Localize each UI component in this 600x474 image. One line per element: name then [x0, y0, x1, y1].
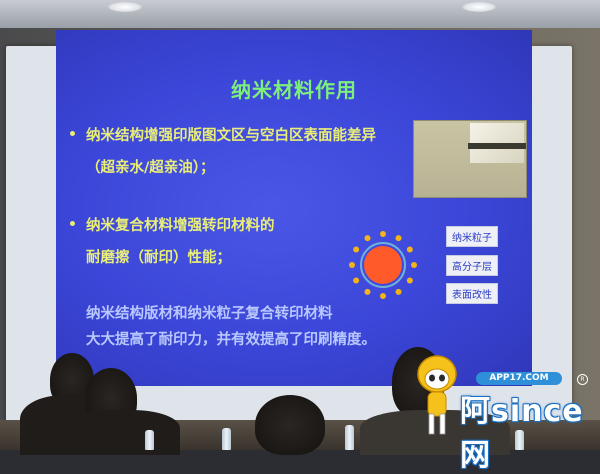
slide-title: 纳米材料作用 — [231, 78, 357, 102]
bullet-dot — [70, 221, 75, 226]
audience-shoulder — [60, 410, 180, 455]
particle-dot — [406, 246, 413, 253]
particle-dot — [349, 262, 355, 268]
bullet-2-line-2: 耐磨擦（耐印）性能； — [86, 250, 231, 266]
label-nanoparticle: 纳米粒子 — [446, 226, 498, 247]
label-surface-modification: 表面改性 — [446, 283, 498, 304]
particle-dot — [380, 293, 386, 299]
particle-dot — [353, 246, 360, 253]
conclusion-line-1: 纳米结构版材和纳米粒子复合转印材料 — [86, 306, 333, 322]
bullet-dot — [70, 131, 75, 136]
ceiling — [0, 0, 600, 28]
water-bottle — [145, 430, 154, 450]
conclusion-line-2: 大大提高了耐印力，并有效提高了印刷精度。 — [86, 332, 376, 348]
particle-dot — [411, 262, 417, 268]
photo-bar — [468, 143, 526, 149]
nanoparticle-diagram — [349, 231, 417, 299]
particle-dot — [406, 277, 413, 284]
ceiling-light — [108, 2, 142, 12]
bullet-1-line-2: （超亲水/超亲油）； — [86, 160, 215, 176]
watermark-name: 阿since网 — [460, 394, 584, 473]
watermark-logo: APP17.COM 阿since网 R — [412, 350, 592, 473]
particle-dot — [364, 235, 371, 242]
mascot-icon — [417, 355, 457, 435]
water-bottle — [222, 428, 231, 450]
bullet-2-line-1: 纳米复合材料增强转印材料的 — [86, 218, 275, 234]
water-bottle — [345, 425, 354, 450]
watermark-url: APP17.COM — [476, 372, 562, 385]
particle-dot — [364, 288, 371, 295]
particle-dot — [395, 288, 402, 295]
particle-core — [364, 246, 402, 284]
particle-dot — [395, 235, 402, 242]
ceiling-light — [462, 2, 496, 12]
bullet-1-line-1: 纳米结构增强印版图文区与空白区表面能差异 — [86, 128, 376, 144]
slide-photo — [413, 120, 527, 198]
particle-dot — [353, 277, 360, 284]
label-polymer-layer: 高分子层 — [446, 255, 498, 276]
presentation-slide: 纳米材料作用 纳米结构增强印版图文区与空白区表面能差异 （超亲水/超亲油）； 纳… — [56, 30, 532, 386]
particle-dot — [380, 231, 386, 237]
registered-mark: R — [577, 374, 588, 385]
audience-head — [255, 395, 325, 455]
